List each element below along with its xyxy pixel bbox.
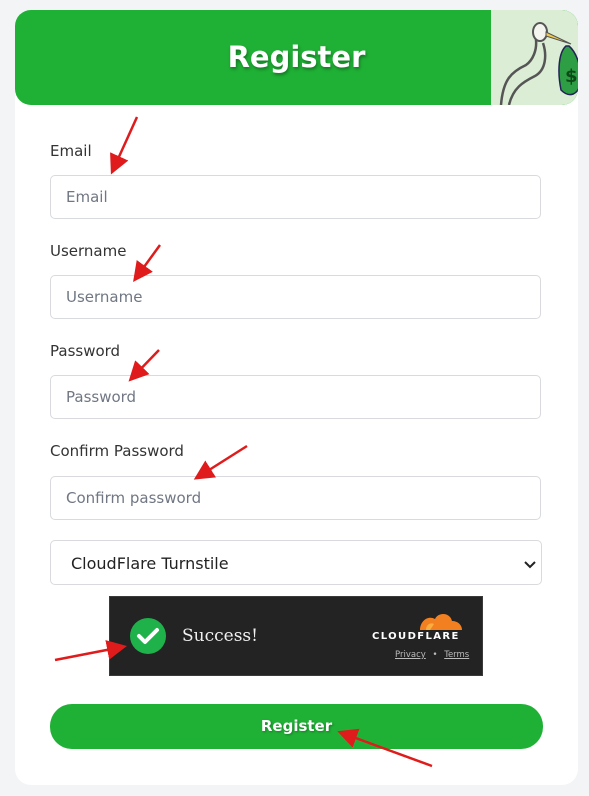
password-label: Password [50,342,121,360]
confirm-password-label: Confirm Password [50,442,184,460]
chevron-down-icon [523,557,537,576]
register-header: Register $ [15,10,578,105]
link-separator: • [432,650,438,660]
username-field[interactable] [50,275,541,319]
stork-mascot-icon: $ [491,10,578,105]
turnstile-widget[interactable]: Success! CLOUDFLARE Privacy • Terms [109,596,483,676]
username-label: Username [50,242,127,260]
turnstile-status: Success! [182,626,258,646]
terms-link[interactable]: Terms [444,650,469,660]
privacy-link[interactable]: Privacy [395,650,426,660]
password-field[interactable] [50,375,541,419]
email-field[interactable] [50,175,541,219]
captcha-provider-select[interactable]: CloudFlare Turnstile [50,540,542,585]
turnstile-links: Privacy • Terms [395,650,469,660]
register-button[interactable]: Register [50,704,543,749]
confirm-password-field[interactable] [50,476,541,520]
cloudflare-brand: CLOUDFLARE [372,631,460,642]
email-label: Email [50,142,92,160]
success-check-icon [130,618,166,654]
svg-text:$: $ [565,66,578,87]
captcha-provider-value: CloudFlare Turnstile [71,554,229,573]
